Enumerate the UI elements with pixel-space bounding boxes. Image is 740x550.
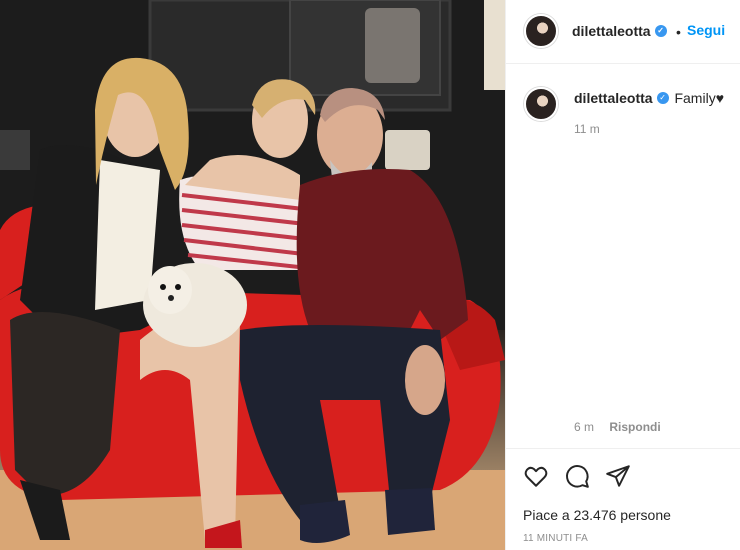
post-side-panel: dilettaleotta ✓ • Segui dilettaleotta ✓ Fa… (505, 0, 740, 550)
comment-bubble-icon[interactable] (564, 463, 590, 489)
post-timestamp: 11 MINUTI FA (523, 533, 589, 544)
reply-button[interactable]: Rispondi (609, 420, 660, 434)
heart-icon[interactable] (523, 463, 549, 489)
author-avatar[interactable] (524, 14, 558, 48)
caption-timestamp: 11 m (574, 122, 600, 136)
caption: dilettaleotta ✓ Family♥ (574, 90, 724, 106)
separator-dot: • (676, 24, 681, 40)
post-photo[interactable] (0, 0, 505, 550)
caption-avatar[interactable] (524, 87, 558, 121)
family-photo-illustration (0, 0, 505, 550)
comment-meta: 6 m Rispondi (574, 420, 661, 434)
author-username[interactable]: dilettaleotta ✓ (572, 23, 667, 39)
verified-badge-icon: ✓ (656, 92, 669, 105)
verified-badge-icon: ✓ (654, 25, 667, 38)
action-bar: Piace a 23.476 persone 11 MINUTI FA (506, 448, 740, 550)
caption-text: Family♥ (674, 90, 725, 106)
username-text[interactable]: dilettaleotta (572, 23, 651, 39)
comment-timestamp: 6 m (574, 420, 595, 434)
likes-count[interactable]: Piace a 23.476 persone (523, 507, 671, 523)
send-paper-plane-icon[interactable] (605, 463, 631, 489)
caption-username[interactable]: dilettaleotta (574, 90, 653, 106)
follow-button[interactable]: Segui (687, 22, 725, 38)
post-header: dilettaleotta ✓ • Segui (506, 0, 740, 64)
